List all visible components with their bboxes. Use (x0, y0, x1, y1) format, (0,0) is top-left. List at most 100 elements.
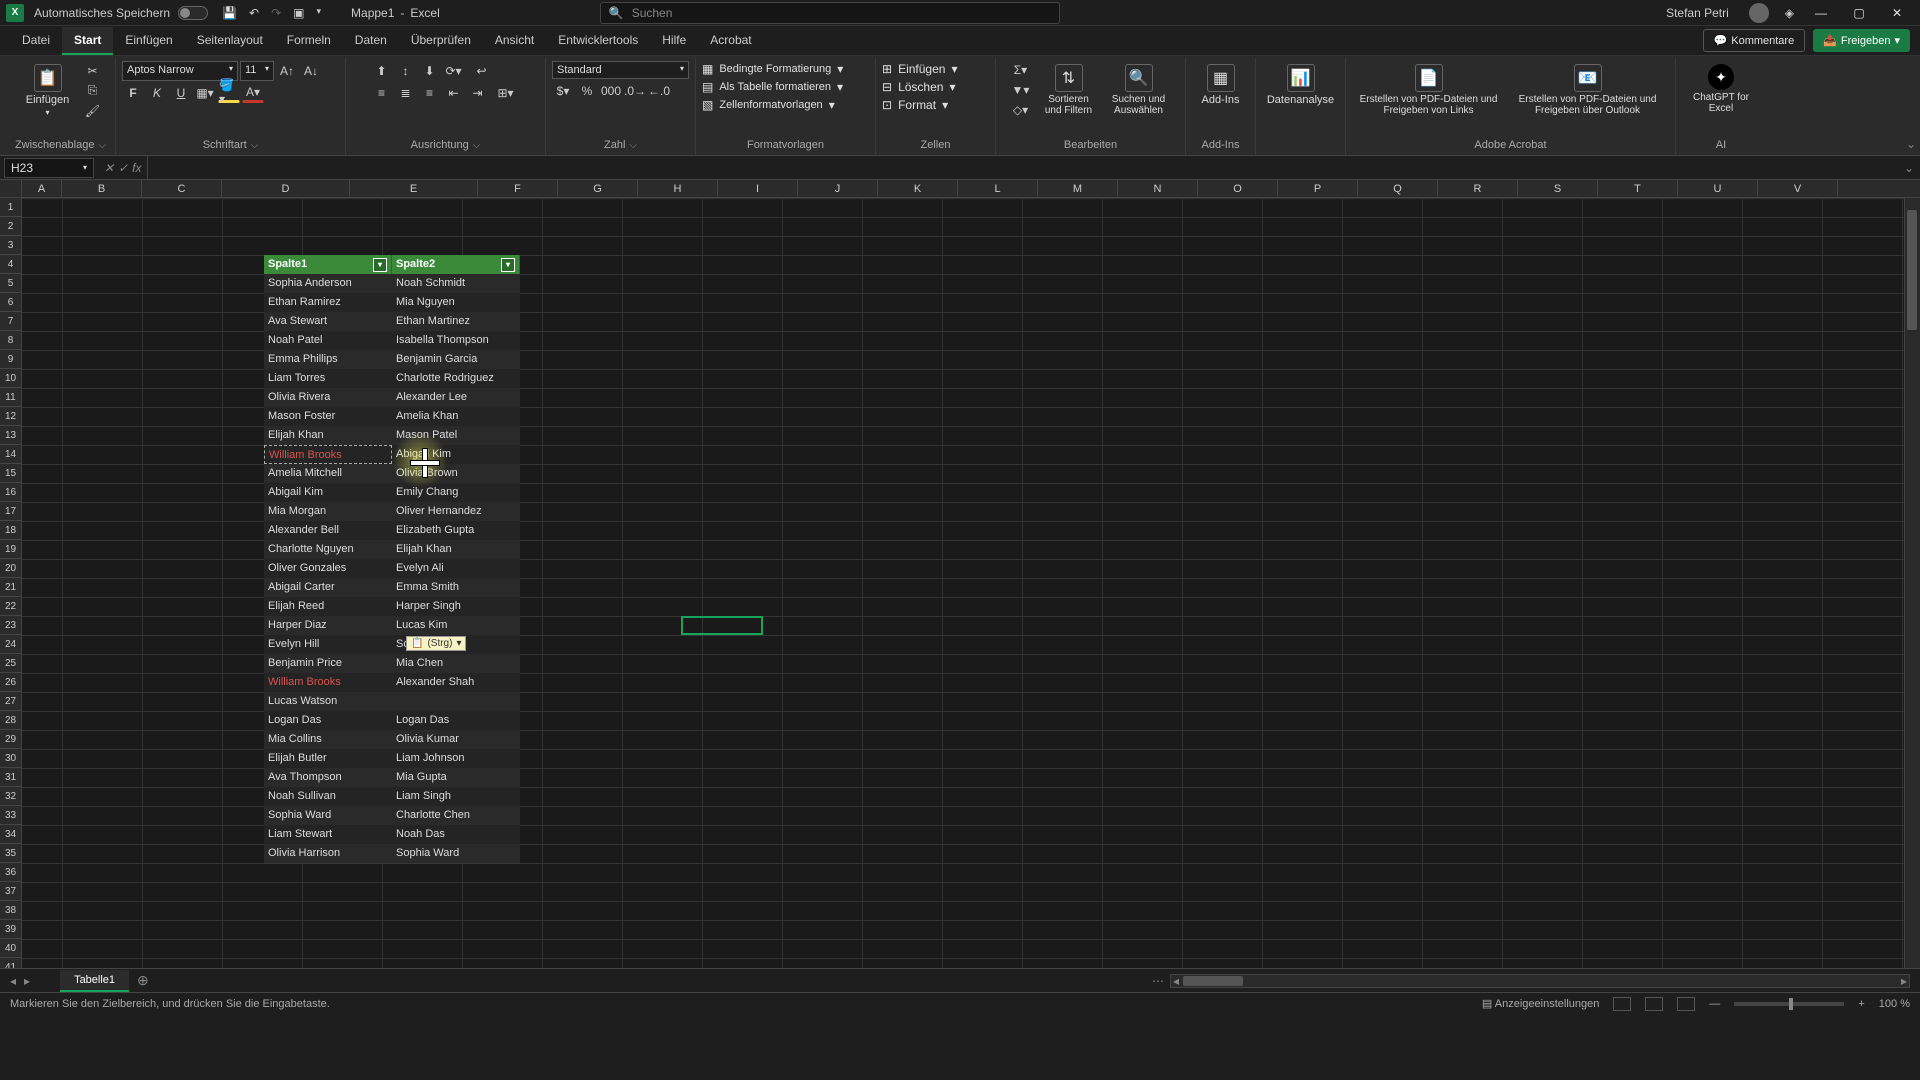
table-cell[interactable]: Elijah Butler (264, 749, 392, 768)
row-header-4[interactable]: 4 (0, 255, 21, 274)
table-row[interactable]: Noah PatelIsabella Thompson (264, 331, 520, 350)
table-row[interactable]: Olivia HarrisonSophia Ward (264, 844, 520, 863)
row-header-31[interactable]: 31 (0, 768, 21, 787)
table-row[interactable]: Sophia WardCharlotte Chen (264, 806, 520, 825)
table-header-2[interactable]: Spalte2▾ (392, 255, 520, 274)
table-row[interactable]: Liam TorresCharlotte Rodriguez (264, 369, 520, 388)
font-color-icon[interactable]: A▾ (242, 83, 264, 103)
table-cell[interactable]: Liam Johnson (392, 749, 520, 768)
table-cell[interactable]: Isabella Thompson (392, 331, 520, 350)
table-row[interactable]: Elijah KhanMason Patel (264, 426, 520, 445)
col-header-N[interactable]: N (1118, 180, 1198, 197)
filter-dropdown-icon[interactable]: ▾ (501, 258, 515, 272)
comma-icon[interactable]: 000 (600, 81, 622, 101)
table-row[interactable]: Sophia AndersonNoah Schmidt (264, 274, 520, 293)
horizontal-scrollbar[interactable]: ◂ ▸ (1170, 974, 1910, 988)
table-cell[interactable]: Ava Stewart (264, 312, 392, 331)
table-row[interactable]: Harper DiazLucas Kim (264, 616, 520, 635)
row-header-1[interactable]: 1 (0, 198, 21, 217)
row-header-13[interactable]: 13 (0, 426, 21, 445)
autosum-icon[interactable]: Σ▾ (1010, 60, 1032, 80)
table-cell[interactable]: Mia Morgan (264, 502, 392, 521)
cell-styles-button[interactable]: ▧ Zellenformatvorlagen ▾ (702, 97, 869, 113)
col-header-A[interactable]: A (22, 180, 62, 197)
row-header-28[interactable]: 28 (0, 711, 21, 730)
cells-area[interactable]: Spalte1▾ Spalte2▾ Sophia AndersonNoah Sc… (22, 198, 1920, 968)
table-row[interactable]: Ava ThompsonMia Gupta (264, 768, 520, 787)
scroll-thumb[interactable] (1907, 210, 1917, 330)
table-row[interactable]: Logan DasLogan Das (264, 711, 520, 730)
table-cell[interactable]: William Brooks (264, 673, 392, 692)
autosave-control[interactable]: Automatisches Speichern (34, 6, 208, 20)
row-header-5[interactable]: 5 (0, 274, 21, 293)
align-center-icon[interactable]: ≣ (395, 83, 417, 103)
table-cell[interactable]: Elizabeth Gupta (392, 521, 520, 540)
table-cell[interactable]: Noah Sullivan (264, 787, 392, 806)
select-all-corner[interactable] (0, 180, 22, 197)
table-cell[interactable]: Benjamin Price (264, 654, 392, 673)
align-top-icon[interactable]: ⬆ (371, 61, 393, 81)
row-header-33[interactable]: 33 (0, 806, 21, 825)
col-header-J[interactable]: J (798, 180, 878, 197)
scroll-right-icon[interactable]: ▸ (1901, 974, 1907, 988)
close-button[interactable]: ✕ (1880, 2, 1914, 24)
table-cell[interactable]: Alexander Shah (392, 673, 520, 692)
insert-cells-button[interactable]: ⊞ Einfügen ▾ (882, 61, 989, 77)
row-header-22[interactable]: 22 (0, 597, 21, 616)
collapse-ribbon-icon[interactable]: ⌄ (1906, 137, 1916, 151)
dialog-launcher-icon[interactable]: ⌵ (629, 140, 637, 151)
align-right-icon[interactable]: ≡ (419, 83, 441, 103)
row-header-37[interactable]: 37 (0, 882, 21, 901)
col-header-M[interactable]: M (1038, 180, 1118, 197)
table-cell[interactable]: Liam Stewart (264, 825, 392, 844)
col-header-U[interactable]: U (1678, 180, 1758, 197)
camera-icon[interactable]: ▣ (293, 6, 304, 20)
row-header-24[interactable]: 24 (0, 635, 21, 654)
table-cell[interactable]: Evelyn Hill (264, 635, 392, 654)
bold-icon[interactable]: F (122, 83, 144, 103)
table-row[interactable]: William BrooksAbigail Kim (264, 445, 520, 464)
table-cell[interactable]: Noah Schmidt (392, 274, 520, 293)
format-as-table-button[interactable]: ▤ Als Tabelle formatieren ▾ (702, 79, 869, 95)
table-row[interactable]: Ethan RamirezMia Nguyen (264, 293, 520, 312)
table-cell[interactable]: Charlotte Rodriguez (392, 369, 520, 388)
row-header-19[interactable]: 19 (0, 540, 21, 559)
table-row[interactable]: Emma PhillipsBenjamin Garcia (264, 350, 520, 369)
table-cell[interactable]: Lucas Watson (264, 692, 392, 711)
decrease-decimal-icon[interactable]: ←.0 (648, 81, 670, 101)
table-cell[interactable]: Emma Smith (392, 578, 520, 597)
underline-icon[interactable]: U (170, 83, 192, 103)
table-cell[interactable]: Oliver Hernandez (392, 502, 520, 521)
table-cell[interactable]: Noah Das (392, 825, 520, 844)
row-header-14[interactable]: 14 (0, 445, 21, 464)
table-cell[interactable]: Logan Das (392, 711, 520, 730)
cancel-formula-icon[interactable]: ✕ (104, 161, 114, 175)
font-size-select[interactable]: 11▾ (240, 61, 274, 81)
col-header-F[interactable]: F (478, 180, 558, 197)
zoom-out-icon[interactable]: — (1709, 998, 1720, 1010)
table-row[interactable]: Alexander BellElizabeth Gupta (264, 521, 520, 540)
table-cell[interactable]: Noah Patel (264, 331, 392, 350)
table-row[interactable]: Mia MorganOliver Hernandez (264, 502, 520, 521)
table-cell[interactable]: Liam Torres (264, 369, 392, 388)
increase-font-icon[interactable]: A↑ (276, 61, 298, 81)
page-break-view-icon[interactable] (1677, 997, 1695, 1011)
paste-button[interactable]: 📋 Einfügen ▾ (18, 60, 78, 121)
col-header-E[interactable]: E (350, 180, 478, 197)
table-cell[interactable]: Olivia Rivera (264, 388, 392, 407)
row-header-7[interactable]: 7 (0, 312, 21, 331)
row-header-34[interactable]: 34 (0, 825, 21, 844)
row-header-8[interactable]: 8 (0, 331, 21, 350)
table-cell[interactable]: Mason Patel (392, 426, 520, 445)
col-header-G[interactable]: G (558, 180, 638, 197)
row-header-38[interactable]: 38 (0, 901, 21, 920)
table-cell[interactable]: Ethan Ramirez (264, 293, 392, 312)
formula-input[interactable] (147, 156, 1897, 179)
row-header-6[interactable]: 6 (0, 293, 21, 312)
tab-entwicklertools[interactable]: Entwicklertools (546, 27, 650, 55)
filter-dropdown-icon[interactable]: ▾ (373, 258, 387, 272)
table-row[interactable]: Elijah ButlerLiam Johnson (264, 749, 520, 768)
row-header-26[interactable]: 26 (0, 673, 21, 692)
table-cell[interactable]: Charlotte Chen (392, 806, 520, 825)
zoom-slider[interactable] (1734, 1002, 1844, 1006)
